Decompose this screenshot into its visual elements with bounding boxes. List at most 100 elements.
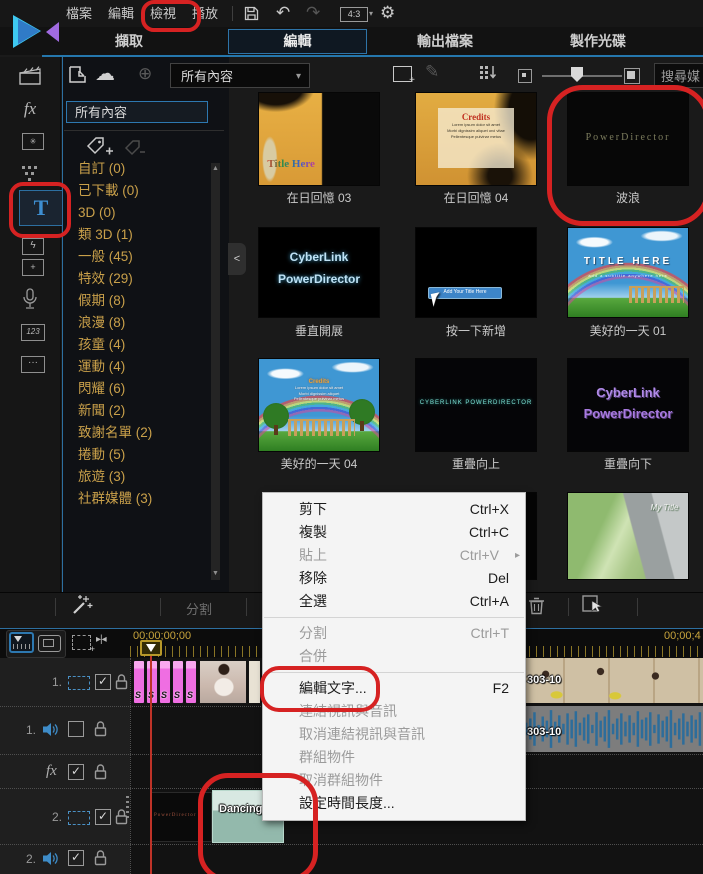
category-item[interactable]: 3D (0)	[78, 202, 208, 224]
category-item[interactable]: 致謝名單 (2)	[78, 422, 208, 444]
collapse-panel-button[interactable]: <	[228, 243, 246, 275]
tab-capture[interactable]: 擷取	[84, 30, 174, 52]
timeline-clip[interactable]: S	[159, 660, 171, 704]
context-menu-item-cut[interactable]: 剪下 Ctrl+X	[263, 498, 525, 521]
tab-edit[interactable]: 編輯	[228, 29, 367, 54]
voiceover-mic-icon[interactable]	[0, 288, 60, 311]
category-item[interactable]: 已下載 (0)	[78, 180, 208, 202]
title-clip-powerdirector[interactable]: PowerDirector	[150, 792, 212, 842]
thumbnail-click-to-add[interactable]: Add Your Title Here	[415, 227, 537, 318]
thumbnail-memories04[interactable]: Credits Lorem ipsum dolor sit amet Morbi…	[415, 92, 537, 186]
photo-clip[interactable]	[199, 660, 247, 704]
trash-icon[interactable]	[528, 596, 545, 615]
magic-wand-icon[interactable]	[70, 594, 94, 616]
video-track1-lock-icon[interactable]	[115, 673, 128, 690]
audio-track2-lock-icon[interactable]	[94, 849, 107, 866]
video-track1-enable-checkbox[interactable]: ✓	[95, 674, 111, 690]
scroll-down-icon[interactable]: ▼	[211, 569, 220, 579]
undo-icon[interactable]: ↶	[276, 3, 290, 23]
add-tag-icon[interactable]	[86, 136, 113, 159]
audio-clip-303-10[interactable]: 303-10	[520, 706, 703, 752]
timeline-clip[interactable]	[248, 660, 261, 704]
context-menu-item-set-duration[interactable]: 設定時間長度...	[263, 792, 525, 815]
category-item[interactable]: 類 3D (1)	[78, 224, 208, 246]
large-thumbnails-icon[interactable]	[624, 68, 640, 84]
save-icon[interactable]	[244, 6, 259, 21]
subtitle-room-icon[interactable]: ···	[21, 356, 45, 373]
storyboard-view-icon[interactable]	[38, 635, 61, 652]
tag-all-content[interactable]: 所有內容	[66, 101, 208, 123]
aspect-chevron-icon[interactable]: ▾	[369, 9, 373, 18]
motion-room-icon[interactable]: +	[22, 259, 44, 276]
media-room-icon[interactable]	[0, 66, 60, 85]
redo-icon[interactable]: ↷	[306, 3, 320, 23]
menu-play[interactable]: 播放	[192, 5, 218, 23]
timeline-clip[interactable]: S	[146, 660, 158, 704]
thumbnail-my-title[interactable]: My Title	[567, 492, 689, 580]
fx-track-lock-icon[interactable]	[94, 763, 107, 780]
aspect-ratio-selector[interactable]: 4:3	[340, 7, 368, 22]
video-clip-303-10[interactable]: 303-10	[520, 658, 703, 703]
thumbnail-vertical-open[interactable]: CyberLink PowerDirector	[258, 227, 380, 318]
thumbnail-overlap-up[interactable]: CYBERLINK POWERDIRECTOR	[415, 358, 537, 452]
thumbnail-goodday01[interactable]: TITLE HERE add a subtitle anywhere here	[567, 227, 689, 318]
chapter-room-icon[interactable]: 123	[21, 324, 45, 341]
category-item[interactable]: 浪漫 (8)	[78, 312, 208, 334]
particle-room-icon[interactable]	[0, 164, 60, 184]
category-scrollbar[interactable]	[211, 163, 220, 580]
video-track2-lock-icon[interactable]	[115, 808, 128, 825]
timeline-clip[interactable]: S	[185, 660, 197, 704]
category-item[interactable]: 一般 (45)	[78, 246, 208, 268]
audio-track2-enable-checkbox[interactable]: ✓	[68, 850, 84, 866]
timeline-clip[interactable]: S	[172, 660, 184, 704]
tab-produce[interactable]: 輸出檔案	[400, 30, 490, 52]
context-menu-item-copy[interactable]: 複製 Ctrl+C	[263, 521, 525, 544]
timeline-clip[interactable]: S	[133, 660, 145, 704]
title-room-icon[interactable]: T	[19, 190, 63, 226]
effect-room-icon[interactable]: fx	[0, 99, 60, 119]
fx-track-enable-checkbox[interactable]: ✓	[68, 764, 84, 780]
library-filter-dropdown[interactable]: 所有內容 ▾	[170, 63, 310, 88]
sort-icon[interactable]	[479, 65, 497, 81]
category-item[interactable]: 旅遊 (3)	[78, 466, 208, 488]
thumbnail-overlap-down[interactable]: CyberLink PowerDirector	[567, 358, 689, 452]
category-item[interactable]: 運動 (4)	[78, 356, 208, 378]
category-item[interactable]: 特效 (29)	[78, 268, 208, 290]
settings-gear-icon[interactable]: ⚙	[380, 3, 395, 23]
thumbnail-wave[interactable]: PowerDirector	[567, 92, 689, 186]
timeline-view-icon[interactable]	[9, 632, 34, 653]
create-new-title-icon[interactable]: +	[393, 66, 415, 86]
transition-room-icon[interactable]: ✳	[22, 133, 44, 150]
tab-create-disc[interactable]: 製作光碟	[553, 30, 643, 52]
playhead-marker[interactable]	[140, 640, 162, 656]
audio-track1-lock-icon[interactable]	[94, 720, 107, 737]
playhead-line[interactable]	[150, 656, 152, 874]
trim-icon[interactable]: ▸|◂	[96, 634, 107, 645]
track-manager-icon[interactable]: +	[72, 635, 95, 654]
category-item[interactable]: 社群媒體 (3)	[78, 488, 208, 510]
category-item[interactable]: 孩童 (4)	[78, 334, 208, 356]
audio-track1-enable-checkbox[interactable]	[68, 721, 84, 737]
menu-view[interactable]: 檢視	[150, 5, 176, 23]
menu-edit[interactable]: 編輯	[108, 5, 134, 23]
import-media-icon[interactable]	[68, 65, 87, 84]
pip-room-icon[interactable]: ϟ	[22, 238, 44, 255]
category-item[interactable]: 新聞 (2)	[78, 400, 208, 422]
context-menu-item-edit-text[interactable]: 編輯文字... F2	[263, 677, 525, 700]
video-track2-enable-checkbox[interactable]: ✓	[95, 809, 111, 825]
category-item[interactable]: 自訂 (0)	[78, 158, 208, 180]
slider-handle[interactable]	[571, 67, 583, 82]
search-input[interactable]	[654, 63, 703, 88]
context-menu-item-select-all[interactable]: 全選 Ctrl+A	[263, 590, 525, 613]
range-select-icon[interactable]	[582, 595, 603, 614]
context-menu-item-remove[interactable]: 移除 Del	[263, 567, 525, 590]
cloud-icon[interactable]: ☁	[95, 61, 115, 86]
thumbnail-goodday04[interactable]: Credits Lorem ipsum dolor sit amet Morbi…	[258, 358, 380, 452]
menu-file[interactable]: 檔案	[66, 5, 92, 23]
category-item[interactable]: 閃耀 (6)	[78, 378, 208, 400]
scroll-up-icon[interactable]: ▲	[211, 164, 220, 174]
category-item[interactable]: 捲動 (5)	[78, 444, 208, 466]
small-thumbnails-icon[interactable]	[518, 69, 532, 83]
category-item[interactable]: 假期 (8)	[78, 290, 208, 312]
thumbnail-memories03[interactable]: Title Here	[258, 92, 380, 186]
